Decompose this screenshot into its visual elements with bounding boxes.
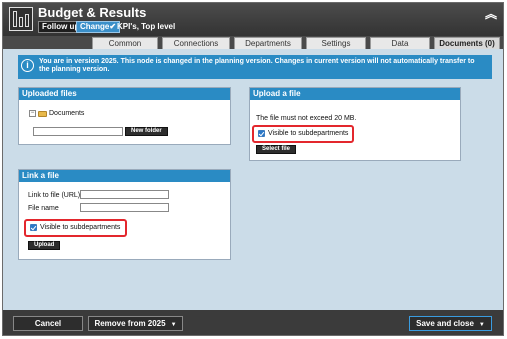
tab-connections[interactable]: Connections <box>162 37 230 49</box>
title-bar: Budget & Results Follow up Change✔ KPI's… <box>3 3 503 36</box>
info-text: You are in version 2025. This node is ch… <box>39 58 475 73</box>
tree-expand-toggle[interactable]: − <box>29 110 36 117</box>
file-name-label: File name <box>28 205 59 212</box>
visible-to-subdepartments-label: Visible to subdepartments <box>268 130 349 137</box>
visible-to-subdepartments-checkbox[interactable] <box>258 130 265 137</box>
remove-label: Remove from 2025 <box>94 319 166 328</box>
link-url-input[interactable] <box>80 190 169 199</box>
check-icon: ✔ <box>109 22 117 31</box>
change-label: Change <box>80 22 110 31</box>
window-title: Budget & Results <box>38 5 147 20</box>
tab-bar: Common Connections Departments Settings … <box>3 36 503 49</box>
link-file-heading: Link a file <box>19 170 230 182</box>
file-name-input[interactable] <box>80 203 169 212</box>
uploaded-files-heading: Uploaded files <box>19 88 230 100</box>
link-file-panel: Link a file Link to file (URL) File name… <box>18 169 231 260</box>
documents-folder[interactable]: Documents <box>49 110 84 117</box>
tab-documents[interactable]: Documents (0) <box>434 37 500 49</box>
tab-departments[interactable]: Departments <box>234 37 302 49</box>
save-label: Save and close <box>416 319 474 328</box>
upload-file-panel: Upload a file The file must not exceed 2… <box>249 87 461 161</box>
select-file-button[interactable]: Select file <box>256 145 297 154</box>
uploaded-files-panel: Uploaded files − Documents New folder <box>18 87 231 145</box>
save-and-close-button[interactable]: Save and close ▼ <box>409 316 492 331</box>
footer-bar: Cancel Remove from 2025 ▼ Save and close ▼ <box>3 310 503 335</box>
tab-common[interactable]: Common <box>92 37 158 49</box>
upload-file-heading: Upload a file <box>250 88 460 100</box>
visible-to-subdepartments-checkbox[interactable] <box>30 224 37 231</box>
folder-icon <box>38 111 47 117</box>
double-chevron-up-icon[interactable]: ︽ <box>485 8 497 20</box>
link-url-label: Link to file (URL) <box>28 192 81 199</box>
cancel-button[interactable]: Cancel <box>13 316 83 331</box>
upload-button[interactable]: Upload <box>28 241 61 250</box>
file-size-note: The file must not exceed 20 MB. <box>256 115 357 122</box>
tab-settings[interactable]: Settings <box>306 37 366 49</box>
new-folder-input[interactable] <box>33 127 123 136</box>
new-folder-button[interactable]: New folder <box>125 127 168 136</box>
dialog-window: Budget & Results Follow up Change✔ KPI's… <box>2 2 504 336</box>
tab-data[interactable]: Data <box>370 37 430 49</box>
version-info-banner: i You are in version 2025. This node is … <box>18 55 492 79</box>
info-icon: i <box>21 59 34 72</box>
caret-down-icon: ▼ <box>478 322 485 328</box>
level-label: KPI's, Top level <box>117 22 176 31</box>
bar-chart-logo-icon <box>9 7 33 31</box>
caret-down-icon: ▼ <box>170 322 177 328</box>
remove-from-version-button[interactable]: Remove from 2025 ▼ <box>88 316 183 331</box>
visible-to-subdepartments-label: Visible to subdepartments <box>40 224 121 231</box>
change-button[interactable]: Change✔ <box>76 21 121 33</box>
